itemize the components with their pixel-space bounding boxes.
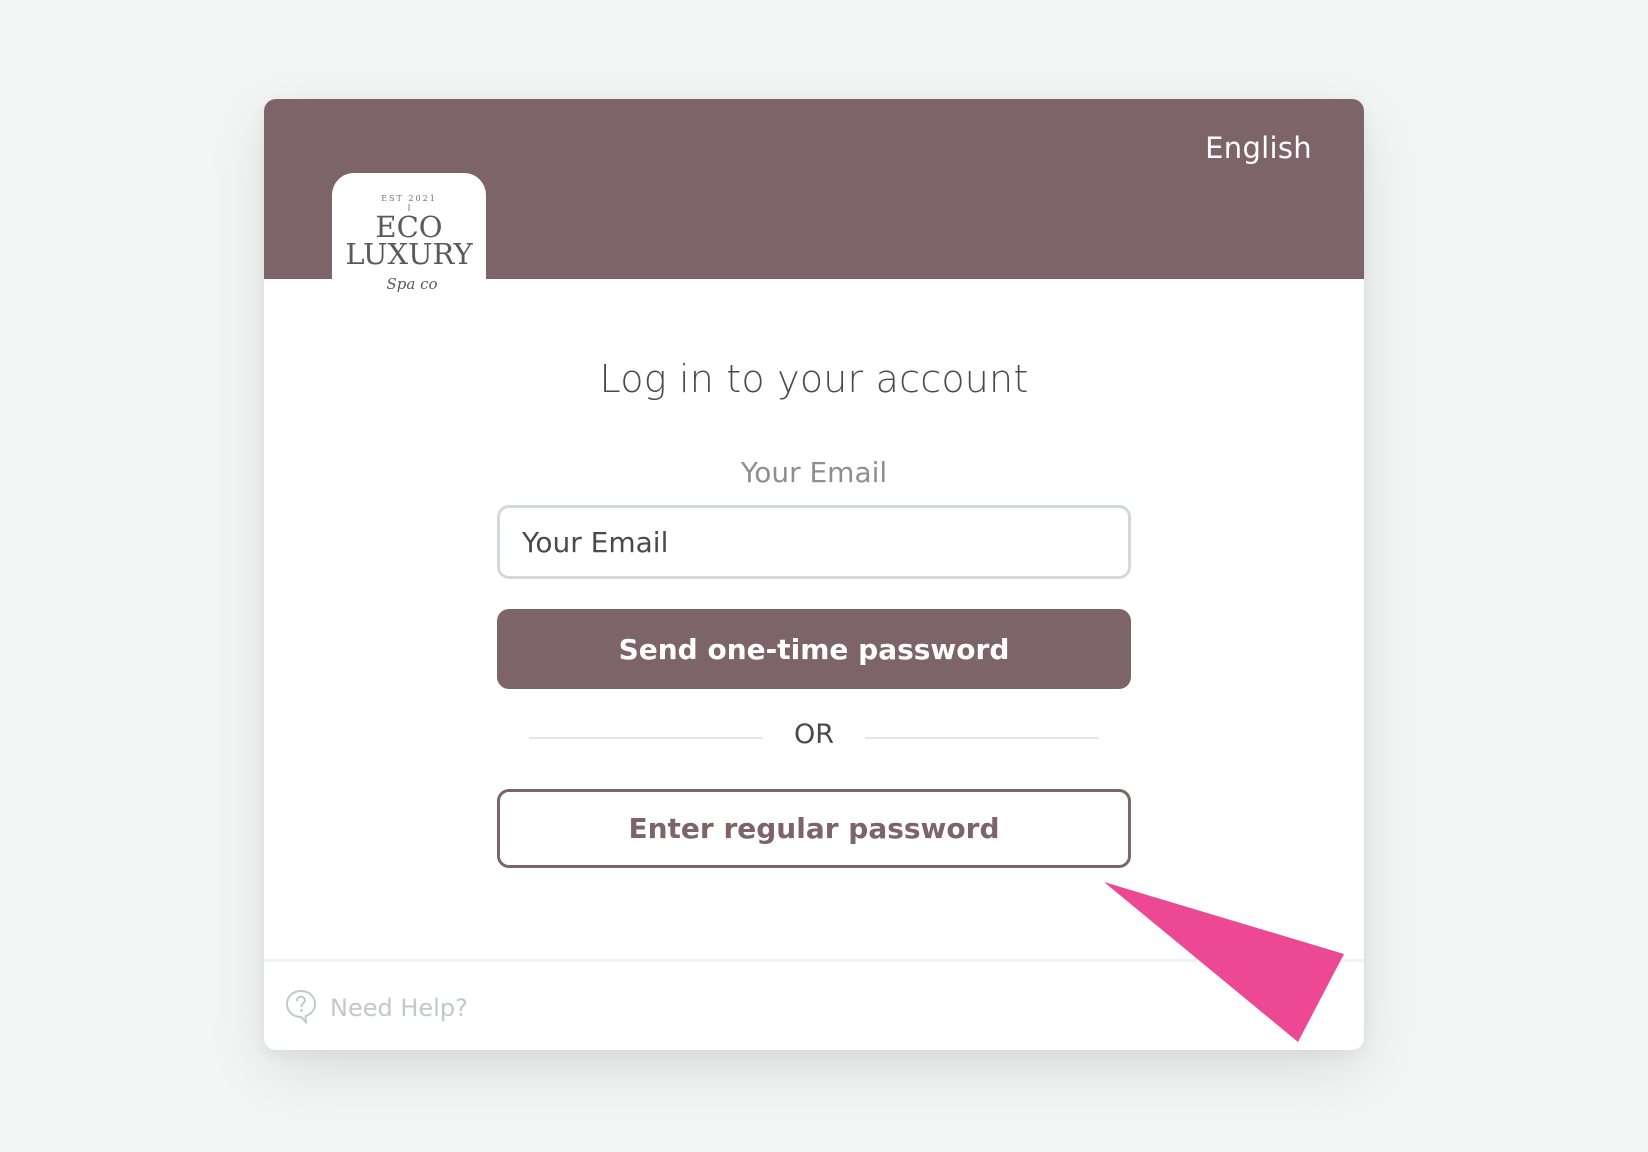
language-selector[interactable]: English [1205, 131, 1312, 165]
logo-script-text: Spa co [386, 275, 437, 293]
email-label: Your Email [740, 456, 888, 489]
divider-line-right [865, 737, 1099, 739]
help-label: Need Help? [330, 994, 468, 1022]
logo-graphic: EST 2021 ECO LUXURY Spa co [345, 194, 473, 293]
login-form: Log in to your account Your Email Send o… [264, 279, 1364, 959]
regular-password-button[interactable]: Enter regular password [497, 789, 1131, 868]
send-otp-button[interactable]: Send one-time password [497, 609, 1131, 689]
brand-logo: EST 2021 ECO LUXURY Spa co [332, 173, 486, 313]
question-bubble-icon [284, 988, 318, 1029]
logo-luxury-text: LUXURY [345, 237, 473, 271]
email-field[interactable] [497, 505, 1131, 579]
pointer-arrow-icon [1104, 882, 1344, 1042]
or-divider: OR [529, 715, 1099, 759]
logo-est-text: EST 2021 [381, 194, 437, 203]
or-text: OR [793, 719, 834, 750]
help-link[interactable]: Need Help? [284, 988, 468, 1029]
page-title: Log in to your account [599, 357, 1029, 401]
